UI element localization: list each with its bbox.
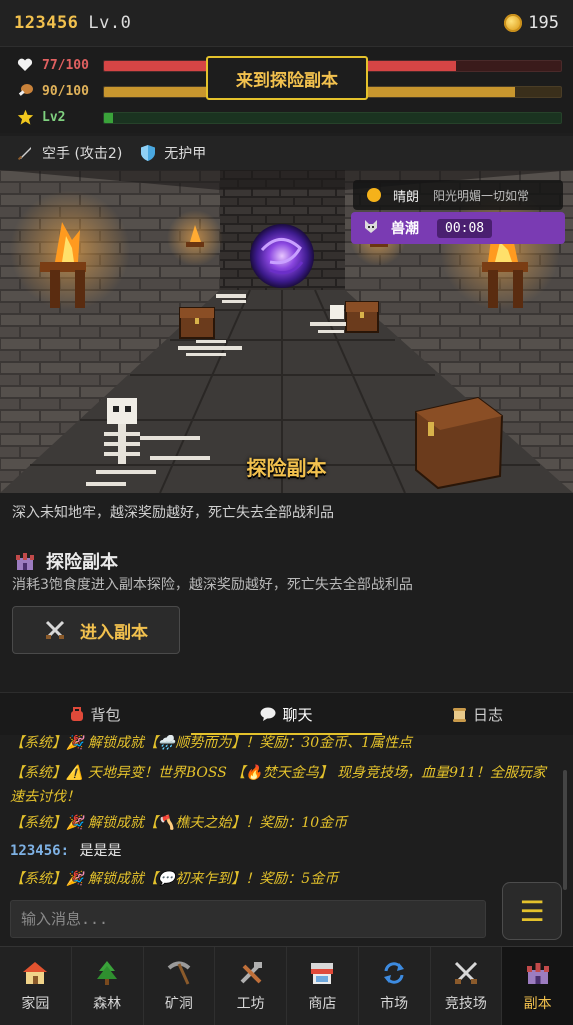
weather-name: 晴朗 (393, 189, 420, 205)
scroll-icon (452, 707, 466, 722)
chat-message-user: 123456: 是是是 (10, 839, 555, 863)
location-toast: 来到探险副本 (206, 56, 368, 100)
nav-home[interactable]: 家园 (0, 947, 72, 1025)
nav-shop[interactable]: 商店 (287, 947, 359, 1025)
nav-home-label: 家园 (21, 996, 50, 1012)
tab-backpack-label: 背包 (90, 705, 121, 724)
equipment-bar: 空手 (攻击2) 无护甲 (0, 136, 573, 170)
house-icon (21, 959, 49, 987)
event-timer: 00:08 (437, 218, 493, 238)
chat-log[interactable]: 【系统】🎉 解锁成就【🌧️顺势而为】！奖励：30金币、1属性点 【系统】⚠️ 天… (0, 735, 560, 895)
chat-message: 【系统】🎉 解锁成就【🪓樵夫之始】！奖励：10金币 (10, 815, 348, 831)
scene-title: 探险副本 (246, 456, 327, 480)
event-banner: 兽潮 00:08 (351, 212, 565, 244)
chat-input-row (0, 896, 573, 942)
panel-tabs: 背包 聊天 日志 (0, 692, 573, 735)
event-name: 兽潮 (391, 221, 419, 237)
nav-forest-label: 森林 (93, 996, 122, 1012)
shop-icon (308, 959, 336, 987)
top-bar: 123456 Lv.0 195 (0, 0, 573, 47)
tab-backpack[interactable]: 背包 (0, 693, 191, 735)
enter-dungeon-button[interactable]: 进入副本 (12, 606, 180, 654)
nav-mine[interactable]: 矿洞 (144, 947, 216, 1025)
weapon-label: 空手 (攻击2) (42, 146, 123, 162)
section-header: 探险副本 (14, 548, 118, 574)
hp-value: 77/100 (42, 57, 89, 73)
tab-log[interactable]: 日志 (382, 693, 573, 735)
exp-bar (103, 112, 562, 124)
exp-level: Lv2 (42, 109, 66, 125)
chat-text: 是是是 (79, 843, 122, 859)
section-title: 探险副本 (46, 552, 118, 573)
nav-market[interactable]: 市场 (359, 947, 431, 1025)
nav-workshop[interactable]: 工坊 (215, 947, 287, 1025)
armor-label: 无护甲 (164, 146, 207, 162)
castle-icon (524, 959, 552, 987)
nav-dungeon-label: 副本 (523, 996, 552, 1012)
chat-message: 【系统】🎉 解锁成就【💬初来乍到】！奖励：5金币 (10, 871, 339, 887)
backpack-icon (71, 706, 84, 721)
tab-chat[interactable]: 聊天 (191, 693, 382, 735)
heart-icon (16, 56, 34, 74)
chest-small-left (179, 307, 215, 339)
bottom-nav: 家园 森林 矿洞 工坊 商店 市场 竞技场 副本 (0, 946, 573, 1025)
sun-icon (367, 188, 381, 202)
nav-market-label: 市场 (380, 996, 409, 1012)
nav-forest[interactable]: 森林 (72, 947, 144, 1025)
exp-row: Lv2 (0, 104, 573, 130)
nav-arena[interactable]: 竞技场 (431, 947, 503, 1025)
chat-input[interactable] (10, 900, 486, 938)
weather-desc: 阳光明媚一切如常 (433, 188, 530, 203)
pickaxe-icon (165, 959, 193, 987)
dagger-icon (17, 147, 31, 161)
tools-icon (237, 959, 265, 987)
chest-small-right (345, 301, 379, 333)
chat-message: 【系统】🎉 解锁成就【🌧️顺势而为】！奖励：30金币、1属性点 (10, 735, 413, 751)
castle-icon (16, 553, 34, 570)
shield-icon (141, 145, 156, 161)
nav-workshop-label: 工坊 (236, 996, 265, 1012)
chat-scrollbar[interactable] (563, 770, 567, 890)
portal (250, 224, 314, 288)
tab-chat-label: 聊天 (282, 705, 313, 724)
tree-icon (93, 959, 121, 987)
wolf-icon (363, 218, 379, 238)
exp-bar-fill (104, 113, 114, 123)
weather-panel: 晴朗 阳光明媚一切如常 (353, 180, 563, 210)
menu-button[interactable]: ☰ (502, 882, 562, 940)
player-id: 123456 (14, 13, 79, 33)
armor-slot[interactable]: 无护甲 (140, 143, 206, 163)
crossed-swords-icon (452, 959, 480, 987)
chat-username[interactable]: 123456: (10, 843, 69, 859)
section-subtitle: 消耗3饱食度进入副本探险，越深奖励越好，死亡失去全部战利品 (12, 577, 413, 593)
coin-icon (504, 14, 523, 32)
tab-log-label: 日志 (472, 705, 503, 724)
dungeon-description: 深入未知地牢，越深奖励越好，死亡失去全部战利品 (12, 505, 334, 521)
nav-arena-label: 竞技场 (444, 996, 487, 1012)
enter-dungeon-label: 进入副本 (80, 622, 148, 643)
weapon-slot[interactable]: 空手 (攻击2) (16, 143, 122, 163)
coin-counter: 195 (504, 13, 573, 33)
nav-shop-label: 商店 (308, 996, 337, 1012)
player-level: Lv.0 (88, 13, 132, 33)
star-icon (16, 108, 34, 126)
player-info: 123456 Lv.0 (0, 13, 131, 33)
chat-message: 【系统】⚠️ 天地异变！世界BOSS 【🔥焚天金乌】 现身竞技场，血量911！全… (10, 765, 546, 805)
coin-amount: 195 (528, 13, 559, 33)
exchange-icon (380, 959, 408, 987)
food-value: 90/100 (42, 83, 89, 99)
chat-bubble-icon (260, 707, 276, 721)
drumstick-icon (16, 82, 34, 100)
nav-mine-label: 矿洞 (164, 996, 193, 1012)
nav-dungeon[interactable]: 副本 (502, 947, 573, 1025)
crossed-swords-icon (45, 620, 65, 639)
